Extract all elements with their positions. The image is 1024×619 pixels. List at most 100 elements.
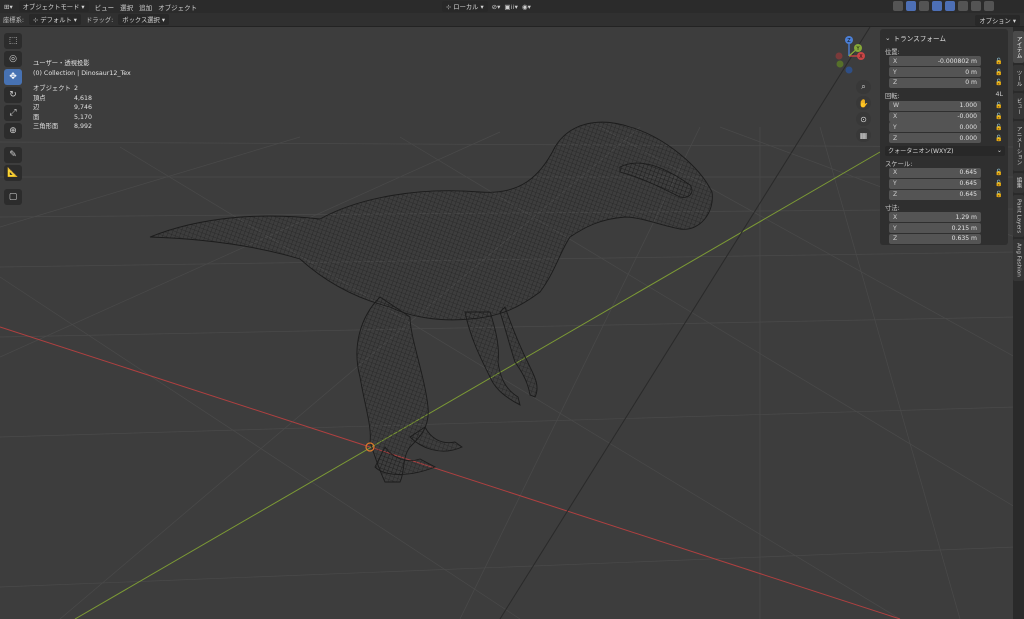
rendered-shading-icon[interactable] [984, 1, 994, 11]
rotation-x-row: X -0.000 🔓 [885, 111, 1003, 122]
scale-y-field[interactable]: Y 0.645 [889, 178, 981, 189]
dimensions-x-row: X 1.29 m [885, 212, 1003, 223]
add-cube-icon[interactable]: ▢ [4, 189, 22, 205]
collection-name: (0) Collection | Dinosaur12_Tex [33, 69, 131, 77]
stat-label: 辺 [33, 104, 40, 111]
camera-icon[interactable]: ⊙ [856, 112, 871, 126]
panel-title: トランスフォーム [893, 35, 946, 43]
tab-animation[interactable]: アニメーション [1013, 121, 1024, 171]
grid-view-icon[interactable]: ▦ [856, 128, 871, 142]
tab-tool[interactable]: ツール [1013, 65, 1024, 91]
rotation-header: 回転: 4L [885, 91, 1003, 100]
viewport-shading-icons [893, 1, 994, 11]
stat-label: 三角形面 [33, 123, 59, 130]
lock-icon[interactable]: 🔓 [995, 79, 1002, 86]
drag-label: ドラッグ: [85, 17, 114, 24]
pan-hand-icon[interactable]: ✋ [856, 96, 871, 110]
z-axis-line [499, 27, 871, 619]
tab-paint-layers[interactable]: Paint Layers [1013, 195, 1024, 237]
overlay-icon[interactable] [919, 1, 929, 11]
lock-icon[interactable]: 🔓 [995, 180, 1002, 187]
rotation-z-field[interactable]: Z 0.000 [889, 133, 981, 144]
view-name: ユーザー・透視投影 [33, 60, 90, 67]
coord-dropdown[interactable]: ⊹ デフォルト ▾ [29, 14, 81, 25]
orientation-dropdown[interactable]: ⊹ ローカル ▾ [442, 1, 488, 12]
stat-value: 2 [74, 85, 79, 92]
dimensions-label: 寸法: [885, 204, 900, 212]
gizmo-toggle-icon[interactable] [906, 1, 916, 11]
rotation-w-field[interactable]: W 1.000 [889, 100, 981, 111]
stat-value: 9,746 [74, 104, 93, 111]
location-x-row: X -0.000802 m 🔓 [885, 56, 1003, 67]
lock-icon[interactable]: 🔓 [995, 69, 1002, 76]
zoom-icon[interactable]: ⌕ [856, 80, 871, 94]
lock-icon[interactable]: 🔓 [995, 102, 1002, 109]
cursor-icon[interactable]: ◎ [4, 51, 22, 67]
rotation-mode-select[interactable]: クォータニオン(WXYZ) ⌄ [885, 145, 1005, 156]
scale-icon[interactable]: ⤢ [4, 105, 22, 121]
scale-z-field[interactable]: Z 0.645 [889, 189, 981, 200]
lock-icon[interactable]: 🔓 [995, 135, 1002, 142]
rotation-x-field[interactable]: X -0.000 [889, 111, 981, 122]
tab-edit[interactable]: 編集 [1013, 173, 1024, 193]
menu-object[interactable]: オブジェクト [158, 2, 197, 12]
visibility-icon[interactable] [893, 1, 903, 11]
dimensions-y-row: Y 0.215 m [885, 223, 1003, 234]
stat-value: 8,992 [74, 123, 93, 130]
drag-dropdown[interactable]: ボックス選択 ▾ [118, 14, 170, 25]
select-box-icon[interactable]: ⬚ [4, 33, 22, 49]
material-shading-icon[interactable] [971, 1, 981, 11]
transform-icon[interactable]: ⊕ [4, 123, 22, 139]
dinosaur-wireframe[interactable] [149, 121, 713, 483]
chevron-down-icon: ⌄ [996, 147, 1002, 155]
coord-label: 座標系: [3, 17, 25, 24]
stat-value: 5,170 [74, 113, 93, 121]
scale-x-field[interactable]: X 0.645 [889, 167, 981, 178]
dimensions-y-field[interactable]: Y 0.215 m [889, 223, 981, 234]
xray-icon[interactable] [932, 1, 942, 11]
editor-type-icon[interactable]: ⊞▾ [4, 3, 13, 11]
options-dropdown[interactable]: オプション ▾ [975, 15, 1020, 26]
dimensions-z-field[interactable]: Z 0.635 m [889, 233, 981, 244]
lock-icon[interactable]: 🔓 [995, 124, 1002, 131]
annotate-icon[interactable]: ✎ [4, 147, 22, 163]
lock-icon[interactable]: 🔓 [995, 169, 1002, 176]
rotation-y-field[interactable]: Y 0.000 [889, 122, 981, 133]
transform-panel-header[interactable]: ⌄ トランスフォーム [885, 32, 1003, 44]
dimensions-z-row: Z 0.635 m [885, 233, 1003, 245]
solid-shading-icon[interactable] [958, 1, 968, 11]
move-icon[interactable]: ✥ [4, 69, 22, 85]
tab-view[interactable]: ビュー [1013, 93, 1024, 119]
location-z-field[interactable]: Z0 m [889, 77, 981, 88]
stat-label: オブジェクト [33, 85, 71, 92]
stat-label: 頂点 [33, 94, 46, 102]
tool-settings-bar: 座標系: ⊹ デフォルト ▾ ドラッグ: ボックス選択 ▾ [0, 13, 1024, 27]
pivot-icon[interactable]: ⊘▾ [492, 3, 501, 11]
top-menu-bar: ⊞▾ オブジェクトモード ▾ ビュー 選択 追加 オブジェクト ⊹ ローカル ▾… [0, 0, 1024, 13]
menu-select[interactable]: 選択 [120, 2, 133, 12]
lock-icon[interactable]: 🔓 [995, 58, 1002, 65]
menu-view[interactable]: ビュー [95, 2, 115, 12]
proportional-edit-icon[interactable]: ◉▾ [522, 3, 531, 11]
viewport-info: ユーザー・透視投影 (0) Collection | Dinosaur12_Te… [33, 59, 131, 132]
svg-text:Z: Z [847, 38, 851, 44]
tab-item[interactable]: アイテム [1013, 31, 1024, 63]
tab-ang-fashion[interactable]: Ang Fashion [1013, 239, 1024, 281]
svg-text:X: X [859, 54, 863, 60]
dimensions-x-field[interactable]: X 1.29 m [889, 212, 981, 223]
mode-dropdown[interactable]: オブジェクトモード ▾ [18, 1, 89, 12]
rotation-mode-tag[interactable]: 4L [995, 91, 1003, 100]
lock-icon[interactable]: 🔓 [995, 113, 1002, 120]
navigation-gizmo[interactable]: Z X Y [828, 35, 870, 77]
measure-icon[interactable]: 📐 [4, 165, 22, 181]
wireframe-shading-icon[interactable] [945, 1, 955, 11]
lock-icon[interactable]: 🔓 [995, 191, 1002, 198]
menu-add[interactable]: 追加 [139, 2, 152, 12]
snap-icon[interactable]: ▣⁞⁞▾ [504, 3, 518, 11]
scale-x-row: X 0.645 🔓 [885, 167, 1003, 179]
location-x-field[interactable]: X -0.000802 m [889, 56, 981, 67]
sidebar-tabs: アイテム ツール ビュー アニメーション 編集 Paint Layers Ang… [1013, 27, 1024, 619]
location-y-row: Y0 m 🔓 [885, 67, 1003, 78]
location-y-field[interactable]: Y0 m [889, 67, 981, 78]
rotate-icon[interactable]: ↻ [4, 87, 22, 103]
